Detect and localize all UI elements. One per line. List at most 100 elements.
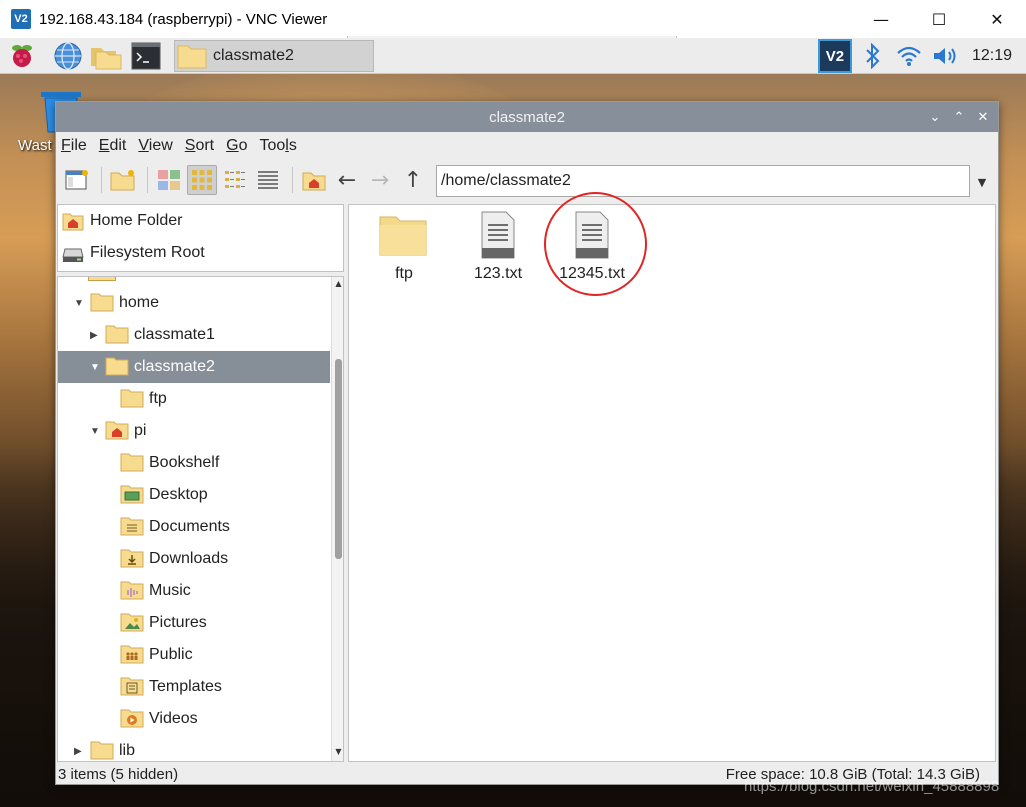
file-name: 123.txt	[473, 265, 523, 282]
tree-item-label: Pictures	[149, 614, 207, 631]
collapse-arrow-icon[interactable]: ▼	[90, 426, 100, 437]
place-filesystem-root[interactable]: Filesystem Root	[58, 237, 343, 269]
place-home-folder[interactable]: Home Folder	[58, 205, 343, 237]
tree-item-label: Desktop	[149, 486, 208, 503]
menu-view[interactable]: View	[138, 137, 172, 155]
vnc-logo-icon: V2	[11, 9, 31, 29]
path-dropdown-icon[interactable]: ▼	[974, 174, 990, 190]
toolbar-separator	[292, 167, 293, 193]
list-view-button[interactable]	[253, 165, 283, 195]
vnc-titlebar: V2 192.168.43.184 (raspberrypi) - VNC Vi…	[0, 0, 1026, 38]
tree-item-templates[interactable]: Templates	[58, 671, 330, 703]
tree-item-documents[interactable]: Documents	[58, 511, 330, 543]
tree-item-desktop[interactable]: Desktop	[58, 479, 330, 511]
tree-item-label: home	[119, 294, 160, 311]
collapse-arrow-icon[interactable]: ▼	[90, 362, 100, 373]
tree-scrollbar-thumb[interactable]	[335, 359, 342, 559]
pictures-folder-icon	[120, 613, 144, 632]
vnc-minimize-button[interactable]: —	[852, 0, 910, 38]
folder-icon	[90, 293, 114, 312]
place-label: Filesystem Root	[90, 244, 205, 261]
file-manager-icon[interactable]	[90, 41, 122, 71]
folder-icon	[105, 357, 129, 376]
tree-item-bookshelf[interactable]: Bookshelf	[58, 447, 330, 479]
new-folder-button[interactable]	[108, 165, 138, 195]
tree-item-music[interactable]: Music	[58, 575, 330, 607]
back-button[interactable]: ←	[332, 165, 362, 195]
annotation-circle	[544, 192, 647, 296]
templates-folder-icon	[120, 677, 144, 696]
icon-view-button[interactable]	[187, 165, 217, 195]
tree-item-classmate2[interactable]: ▼ classmate2	[58, 351, 330, 383]
file-item-ftp[interactable]: ftp	[359, 211, 449, 283]
home-folder-icon	[105, 421, 129, 440]
vnc-server-icon[interactable]: V2	[817, 39, 852, 73]
home-folder-icon	[302, 172, 326, 191]
taskbar-panel: classmate2 V2 12:19	[0, 38, 1026, 74]
status-item-count: 3 items (5 hidden)	[58, 765, 179, 783]
tree-item-label: lib	[119, 742, 136, 759]
tree-item-pi[interactable]: ▼ pi	[58, 415, 330, 447]
tree-item-videos[interactable]: Videos	[58, 703, 330, 735]
expand-arrow-icon[interactable]: ▶	[90, 330, 98, 341]
raspberry-menu-icon[interactable]	[6, 41, 38, 71]
volume-icon[interactable]	[932, 45, 960, 67]
up-arrow-icon: ↑	[403, 167, 423, 193]
menu-sort[interactable]: Sort	[185, 137, 214, 155]
vnc-close-button[interactable]: ✕	[968, 0, 1026, 38]
bluetooth-icon[interactable]	[864, 43, 882, 69]
window-minimize-button[interactable]: ⌄	[926, 108, 944, 126]
terminal-icon[interactable]	[130, 41, 162, 71]
downloads-folder-icon	[120, 549, 144, 568]
tree-item-label: Documents	[149, 518, 230, 535]
location-path-input[interactable]	[436, 165, 970, 197]
documents-folder-icon	[120, 517, 144, 536]
window-close-button[interactable]: ✕	[974, 108, 992, 126]
tree-item-ftp[interactable]: ftp	[58, 383, 330, 415]
menu-file[interactable]: File	[61, 137, 87, 155]
file-manager-window: classmate2 ⌄ ⌃ ✕ File Edit View Sort Go …	[55, 101, 999, 785]
scroll-down-icon[interactable]: ▼	[334, 747, 343, 756]
desktop-folder-icon	[120, 485, 144, 504]
wastebasket-label: Wast	[18, 137, 52, 154]
thumbnail-view-button[interactable]	[154, 165, 184, 195]
menu-tools[interactable]: Tools	[259, 137, 296, 155]
videos-folder-icon	[120, 709, 144, 728]
tree-scrollbar[interactable]: ▲ ▼	[331, 277, 343, 761]
file-item-123-txt[interactable]: 123.txt	[453, 211, 543, 283]
collapse-arrow-icon[interactable]: ▼	[74, 298, 84, 309]
tree-item-public[interactable]: Public	[58, 639, 330, 671]
file-manager-titlebar[interactable]: classmate2 ⌄ ⌃ ✕	[56, 102, 998, 132]
forward-button[interactable]: →	[365, 165, 395, 195]
tree-item-lib[interactable]: ▶ lib	[58, 735, 330, 761]
music-folder-icon	[120, 581, 144, 600]
tree-item-downloads[interactable]: Downloads	[58, 543, 330, 575]
up-button[interactable]: ↑	[398, 165, 428, 195]
scroll-up-icon[interactable]: ▲	[334, 279, 343, 288]
vnc-window-title: 192.168.43.184 (raspberrypi) - VNC Viewe…	[39, 10, 328, 28]
menu-go[interactable]: Go	[226, 137, 247, 155]
icon-view-icon	[192, 170, 212, 190]
text-file-icon	[481, 211, 515, 259]
compact-view-button[interactable]	[220, 165, 250, 195]
taskbar-window-classmate2[interactable]: classmate2	[174, 40, 374, 72]
taskbar-window-label: classmate2	[213, 47, 294, 64]
new-window-button[interactable]	[62, 165, 92, 195]
vnc-maximize-button[interactable]: ☐	[910, 0, 968, 38]
file-view: ftp 123.txt 12345.txt	[348, 204, 996, 762]
web-browser-icon[interactable]	[52, 41, 84, 71]
expand-arrow-icon[interactable]: ▶	[74, 746, 82, 757]
menubar: File Edit View Sort Go Tools	[56, 133, 998, 159]
drive-icon	[62, 248, 84, 262]
wifi-icon[interactable]	[896, 45, 922, 67]
tree-item-home[interactable]: ▼ home	[58, 287, 330, 319]
thumbnail-view-icon	[158, 170, 180, 190]
tree-item-pictures[interactable]: Pictures	[58, 607, 330, 639]
panel-clock[interactable]: 12:19	[972, 47, 1012, 65]
home-button[interactable]	[299, 165, 329, 195]
tree-item-classmate1[interactable]: ▶ classmate1	[58, 319, 330, 351]
back-arrow-icon: ←	[337, 167, 357, 193]
tree-item-label: classmate1	[134, 326, 215, 343]
window-maximize-button[interactable]: ⌃	[950, 108, 968, 126]
menu-edit[interactable]: Edit	[99, 137, 127, 155]
